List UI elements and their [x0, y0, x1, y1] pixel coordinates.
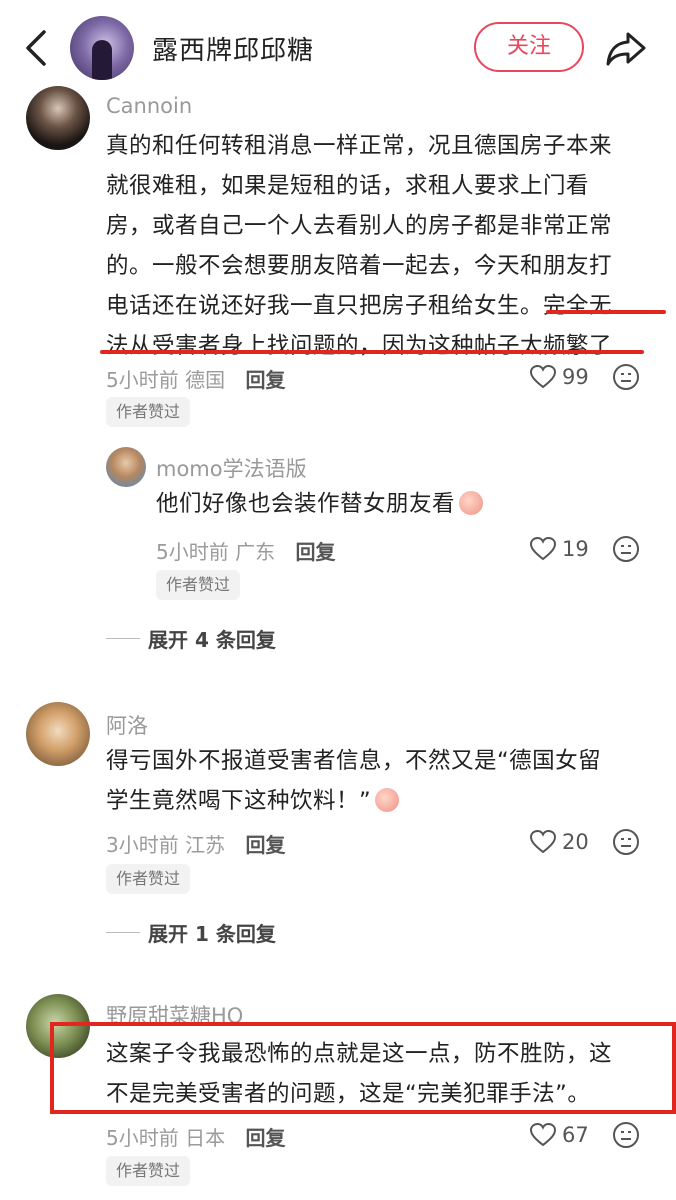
neutral-face-icon[interactable]	[612, 828, 640, 856]
heart-outline-icon	[530, 365, 556, 389]
heart-outline-icon	[530, 537, 556, 561]
comment-line: 不是完美受害者的问题，这是“完美犯罪手法”。	[106, 1081, 591, 1107]
comment-text: 得亏国外不报道受害者信息，不然又是“德国女留 学生竟然喝下这种饮料！”	[106, 741, 666, 821]
comment-meta: 5小时前 广东 回复	[156, 536, 335, 565]
reply-button[interactable]: 回复	[295, 540, 335, 564]
like-count: 20	[562, 830, 589, 854]
divider	[106, 932, 140, 933]
comment-time: 5小时前	[106, 368, 179, 392]
comment-line: 得亏国外不报道受害者信息，不然又是“德国女留	[106, 748, 602, 774]
comment-meta: 3小时前 江苏 回复	[106, 829, 285, 858]
neutral-face-icon[interactable]	[612, 1121, 640, 1149]
comment-text: 他们好像也会装作替女朋友看	[156, 484, 656, 524]
face-emoji-icon	[375, 788, 400, 812]
comment-line: 的。一般不会想要朋友陪着一起去，今天和朋友打	[106, 253, 613, 279]
expand-replies-label: 展开 4 条回复	[148, 628, 276, 652]
comment-line: 法从受害者身上找问题的，因为这种帖子太频繁了...	[106, 333, 635, 359]
follow-button[interactable]: 关注	[474, 22, 584, 72]
reply-button[interactable]: 回复	[245, 833, 285, 857]
author-liked-badge: 作者赞过	[156, 570, 241, 600]
like-button[interactable]: 99	[530, 362, 589, 392]
author-liked-badge: 作者赞过	[106, 1156, 191, 1186]
comment-time: 3小时前	[106, 833, 179, 857]
like-button[interactable]: 20	[530, 827, 589, 857]
like-count: 67	[562, 1123, 589, 1147]
comment-line: 真的和任何转租消息一样正常，况且德国房子本来	[106, 133, 613, 159]
comment-location: 日本	[185, 1126, 226, 1150]
comment-time: 5小时前	[106, 1126, 179, 1150]
author-name[interactable]: 露西牌邱邱糖	[152, 30, 314, 67]
heart-outline-icon	[530, 830, 556, 854]
comment-text: 这案子令我最恐怖的点就是这一点，防不胜防，这 不是完美受害者的问题，这是“完美犯…	[106, 1034, 666, 1114]
comment-line: 电话还在说还好我一直只把房子租给女生。完全无	[106, 293, 613, 319]
comment-meta: 5小时前 日本 回复	[106, 1122, 285, 1151]
comment-line: 他们好像也会装作替女朋友看	[156, 491, 456, 517]
avatar[interactable]	[26, 702, 90, 766]
like-button[interactable]: 19	[530, 534, 589, 564]
comment-location: 广东	[235, 540, 276, 564]
share-arrow-icon[interactable]	[604, 26, 648, 70]
comment-username[interactable]: momo学法语版	[156, 453, 307, 483]
neutral-face-icon[interactable]	[612, 535, 640, 563]
like-button[interactable]: 67	[530, 1120, 589, 1150]
top-bar: 露西牌邱邱糖 关注	[0, 0, 676, 96]
highlight-underline	[100, 350, 644, 354]
like-count: 19	[562, 537, 589, 561]
highlight-underline	[546, 310, 666, 314]
heart-outline-icon	[530, 1123, 556, 1147]
comment-meta: 5小时前 德国 回复	[106, 364, 285, 393]
comment-time: 5小时前	[156, 540, 229, 564]
comment-location: 江苏	[185, 833, 226, 857]
like-count: 99	[562, 365, 589, 389]
comment-username[interactable]: Cannoin	[106, 94, 192, 118]
divider	[106, 638, 140, 639]
comment-text: 真的和任何转租消息一样正常，况且德国房子本来 就很难租，如果是短租的话，求租人要…	[106, 126, 666, 366]
avatar[interactable]	[26, 86, 90, 150]
comment-location: 德国	[185, 368, 226, 392]
back-chevron-icon[interactable]	[22, 28, 50, 68]
comment-line: 房，或者自己一个人去看别人的房子都是非常正常	[106, 213, 613, 239]
author-liked-badge: 作者赞过	[106, 397, 191, 427]
expand-replies-button[interactable]: 展开 4 条回复	[106, 624, 276, 653]
reply-button[interactable]: 回复	[245, 368, 285, 392]
comment-username[interactable]: 阿洛	[106, 710, 148, 740]
comment-line: 学生竟然喝下这种饮料！”	[106, 781, 666, 821]
avatar[interactable]	[106, 447, 146, 487]
reply-button[interactable]: 回复	[245, 1126, 285, 1150]
crying-emoji-icon	[459, 491, 484, 515]
comment-line: 就很难租，如果是短租的话，求租人要求上门看	[106, 173, 590, 199]
expand-replies-label: 展开 1 条回复	[148, 922, 276, 946]
expand-replies-button[interactable]: 展开 1 条回复	[106, 918, 276, 947]
comment-line: 这案子令我最恐怖的点就是这一点，防不胜防，这	[106, 1041, 613, 1067]
author-liked-badge: 作者赞过	[106, 864, 191, 894]
author-avatar[interactable]	[70, 16, 134, 80]
neutral-face-icon[interactable]	[612, 363, 640, 391]
